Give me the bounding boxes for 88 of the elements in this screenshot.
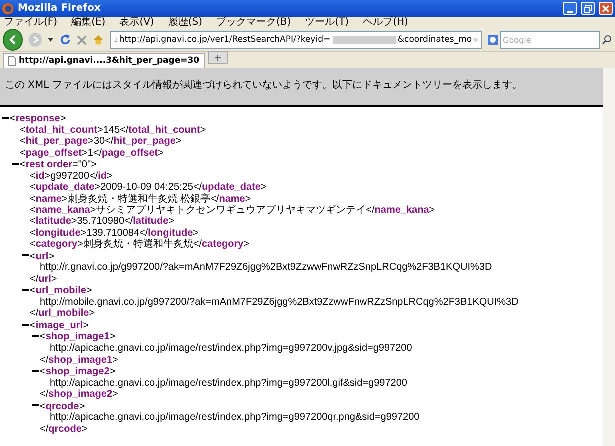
xml-open-tag: <latitude> — [30, 216, 78, 228]
google-logo-icon — [488, 35, 498, 45]
xml-open-tag: <url_mobile> — [30, 285, 92, 296]
xml-value: 刺身炙焼・特選和牛炙焼 — [83, 239, 194, 250]
xml-open-tag: <page_offset> — [20, 148, 88, 159]
xml-close-tag: </qrcode> — [40, 424, 88, 435]
menu-item[interactable]: ブックマーク(B) — [216, 17, 292, 29]
xml-open-tag: <id> — [30, 170, 51, 182]
menu-item[interactable]: ヘルプ(H) — [363, 17, 408, 29]
plus-icon — [214, 54, 221, 60]
xml-close-tag: </id> — [90, 170, 113, 182]
restore-button[interactable] — [581, 2, 595, 15]
menu-item[interactable]: 編集(E) — [72, 17, 106, 29]
xml-open-tag: <total_hit_count> — [20, 124, 104, 136]
xml-text: http://apicache.gnavi.co.jp/image/rest/index.php?img=g997200l.gif&sid=g997200 — [50, 378, 408, 389]
xml-open-tag: <category> — [30, 239, 84, 250]
search-icon[interactable] — [602, 35, 612, 45]
xml-open-tag: <name> — [30, 194, 68, 205]
xml-value: 30 — [94, 136, 106, 148]
xml-close-tag: </longitude> — [140, 228, 199, 239]
redacted-block — [332, 36, 396, 44]
collapse-icon[interactable] — [22, 288, 29, 292]
xml-close-tag: </page_offset> — [93, 148, 164, 159]
xml-text: http://apicache.gnavi.co.jp/image/rest/index.php?img=g997200qr.png&sid=g997200 — [50, 412, 420, 424]
collapse-icon[interactable] — [32, 370, 39, 373]
new-tab-button[interactable] — [208, 51, 228, 64]
xml-close-tag: </category> — [193, 239, 250, 250]
address-field[interactable]: http://api.gnavi.co.jp/ver1/RestSearchAPI/?keyid= &coordinates_mo — [110, 31, 482, 49]
minimize-icon — [567, 11, 573, 14]
close-icon — [602, 4, 610, 12]
back-button[interactable] — [3, 29, 24, 51]
xml-close-tag: </url> — [30, 274, 58, 285]
minimize-button[interactable] — [563, 2, 577, 15]
window-title: Mozilla Firefox — [18, 2, 102, 16]
star-icon[interactable] — [474, 35, 478, 45]
xml-open-tag: <name_kana> — [30, 204, 96, 216]
menu-item[interactable]: 表示(V) — [120, 17, 154, 29]
menu-item[interactable]: ファイル(F) — [4, 17, 58, 29]
xml-open-tag: <url> — [30, 250, 54, 262]
xml-value: 139.710084 — [86, 228, 140, 239]
xml-value: g997200 — [50, 170, 90, 182]
collapse-icon[interactable] — [32, 335, 39, 338]
reload-icon[interactable] — [60, 34, 72, 46]
page-icon — [114, 35, 118, 45]
xml-close-tag: </url_mobile> — [30, 308, 96, 320]
restore-icon — [584, 4, 592, 12]
collapse-icon[interactable] — [22, 324, 29, 327]
xml-close-tag: </shop_image2> — [40, 389, 118, 400]
notice-text: この XML ファイルにはスタイル情報が関連づけられていないようです。以下にドキュメントツリーを表示します。 — [5, 80, 522, 91]
xml-text: http://mobile.gnavi.co.jp/g997200/?ak=mAnM7F29Z6jgg%2Bxt9ZzwwFnwRZzSnpLRCqg%2F3B1KQUI%3D — [40, 296, 519, 308]
xml-open-tag: <qrcode> — [40, 400, 86, 412]
xml-close-tag: </hit_per_page> — [105, 136, 182, 148]
xml-open-tag: <image_url> — [30, 320, 89, 332]
collapse-icon[interactable] — [12, 162, 19, 166]
xml-value: 145 — [103, 124, 120, 136]
xml-value: 35.710980 — [77, 216, 125, 228]
xml-close-tag: </name_kana> — [366, 204, 436, 216]
xml-open-tag: <response> — [10, 113, 66, 124]
url-text: &coordinates_mo — [398, 34, 472, 46]
xml-text: http://r.gnavi.co.jp/g997200/?ak=mAnM7F29Z6jgg%2Bxt9ZzwwFnwRZzSnpLRCqg%2F3B1KQUI%3D — [40, 262, 492, 274]
xml-open-tag: <hit_per_page> — [20, 136, 94, 148]
page-icon — [8, 56, 16, 66]
xml-close-tag: </shop_image1> — [40, 354, 118, 366]
xml-close-tag: </name> — [210, 194, 252, 205]
browser-tab[interactable]: http://api.gnavi....3&hit_per_page=30 — [3, 53, 205, 68]
xml-value: サシミアブリヤキトクセンワギュウアブリヤキマツギンテイ — [96, 204, 366, 216]
xml-open-tag: <rest order="0"> — [20, 159, 97, 170]
xml-close-tag: </latitude> — [124, 216, 175, 228]
menu-item[interactable]: ツール(T) — [305, 17, 350, 29]
url-text: http://api.gnavi.co.jp/ver1/RestSearchAPI/?keyid= — [119, 34, 331, 46]
xml-value: 刺身炙焼・特選和牛炙焼 松銀亭 — [68, 194, 211, 205]
xml-open-tag: <longitude> — [30, 228, 87, 239]
xml-text: http://apicache.gnavi.co.jp/image/rest/index.php?img=g997200v.jpg&sid=g997200 — [50, 343, 412, 354]
dropdown-caret-icon[interactable] — [48, 38, 54, 42]
menu-item[interactable]: 履歴(S) — [168, 17, 202, 29]
collapse-icon[interactable] — [22, 254, 29, 258]
xml-value: 2009-10-09 04:25:25 — [100, 182, 194, 194]
xml-close-tag: </update_date> — [193, 182, 267, 194]
xml-close-tag: </total_hit_count> — [120, 124, 206, 136]
close-button[interactable] — [599, 2, 613, 15]
xml-open-tag: <shop_image2> — [40, 366, 116, 378]
collapse-icon[interactable] — [2, 116, 9, 120]
xml-value: 1 — [88, 148, 94, 159]
search-field[interactable]: Google — [500, 31, 600, 49]
collapse-icon[interactable] — [32, 404, 39, 408]
xml-open-tag: <shop_image1> — [40, 332, 116, 343]
scrollbar[interactable] — [603, 68, 615, 446]
xml-open-tag: <update_date> — [30, 182, 101, 194]
